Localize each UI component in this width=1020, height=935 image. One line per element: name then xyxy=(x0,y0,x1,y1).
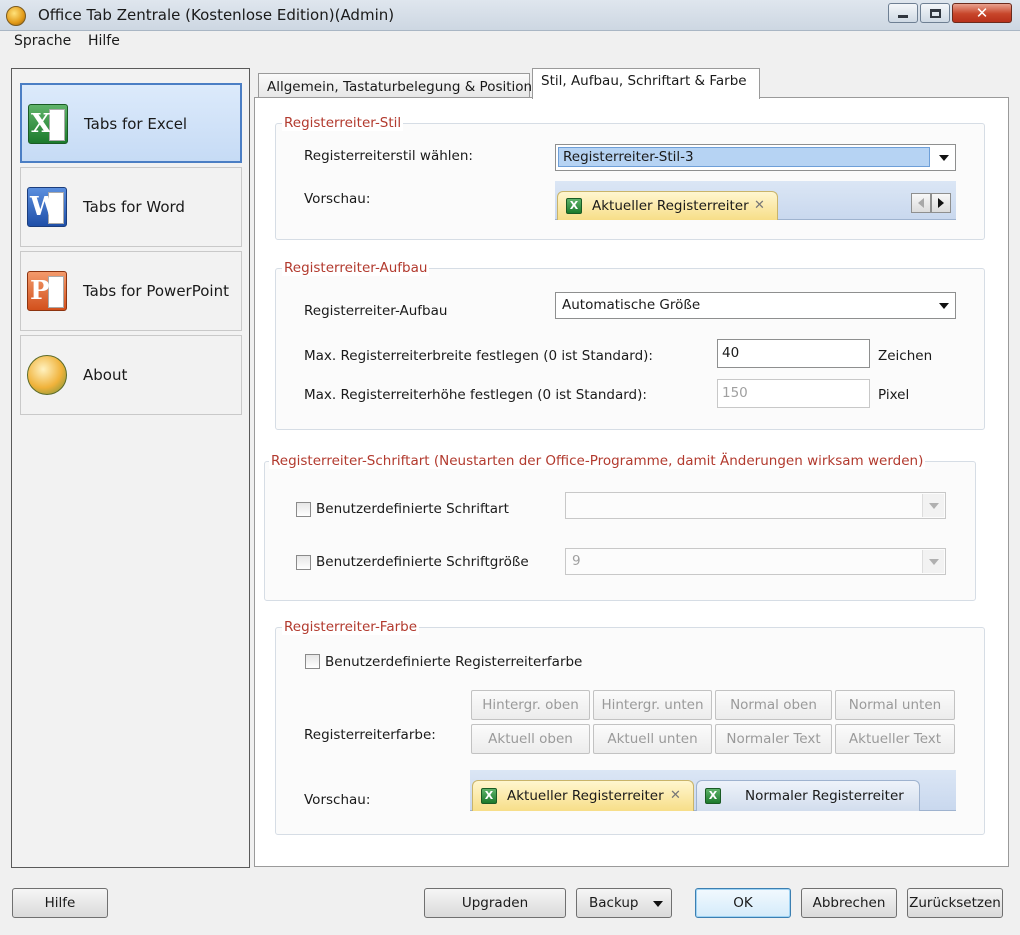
backup-button[interactable]: Backup xyxy=(576,888,672,918)
scroll-right-button[interactable] xyxy=(931,193,951,213)
color-normal-bottom-button[interactable]: Normal unten xyxy=(835,690,955,720)
tab-layout-value: Automatische Größe xyxy=(562,297,701,313)
color-bg-bottom-button[interactable]: Hintergr. unten xyxy=(593,690,712,720)
chevron-down-icon xyxy=(939,155,949,161)
tab-stil[interactable]: Stil, Aufbau, Schriftart & Farbe xyxy=(532,68,760,99)
title-bar: Office Tab Zentrale (Kostenlose Edition)… xyxy=(0,0,1020,31)
custom-size-checkbox[interactable] xyxy=(296,555,311,570)
minimize-button[interactable] xyxy=(888,3,918,23)
chevron-down-icon xyxy=(929,503,939,509)
max-height-label: Max. Registerreiterhöhe festlegen (0 ist… xyxy=(304,387,647,403)
sidebar-item-word[interactable]: W Tabs for Word xyxy=(20,167,242,247)
tab-allgemein[interactable]: Allgemein, Tastaturbelegung & Position xyxy=(258,73,532,98)
reset-button[interactable]: Zurücksetzen xyxy=(907,888,1003,918)
sidebar-item-label: Tabs for Excel xyxy=(84,115,188,133)
menu-bar: Sprache Hilfe xyxy=(0,31,1020,55)
window-title: Office Tab Zentrale (Kostenlose Edition)… xyxy=(38,6,395,24)
sidebar-item-label: About xyxy=(83,366,128,384)
custom-size-value: 9 xyxy=(572,553,581,569)
menu-sprache[interactable]: Sprache xyxy=(12,33,73,49)
menu-hilfe[interactable]: Hilfe xyxy=(86,33,122,49)
custom-font-dropdown[interactable] xyxy=(565,492,946,519)
chevron-down-icon xyxy=(939,303,949,309)
chevron-down-icon xyxy=(653,901,663,907)
maximize-icon xyxy=(929,8,941,18)
powerpoint-icon-letter: P xyxy=(30,276,50,306)
preview-normal-tab: X Normaler Registerreiter xyxy=(696,780,920,811)
chevron-down-icon xyxy=(929,559,939,565)
tab-style-dropdown[interactable]: Registerreiter-Stil-3 xyxy=(555,144,956,171)
layout-label: Registerreiter-Aufbau xyxy=(304,303,448,319)
excel-mini-icon: X xyxy=(566,198,582,214)
backup-label: Backup xyxy=(589,895,639,911)
excel-mini-icon: X xyxy=(481,788,497,804)
preview-normal-tab-label: Normaler Registerreiter xyxy=(745,788,904,804)
sidebar-item-about[interactable]: About xyxy=(20,335,242,415)
tab-style-value: Registerreiter-Stil-3 xyxy=(558,147,930,167)
preview-active-tab: X Aktueller Registerreiter ✕ xyxy=(472,780,694,811)
help-button[interactable]: Hilfe xyxy=(12,888,108,918)
color-normal-top-button[interactable]: Normal oben xyxy=(715,690,832,720)
cancel-button[interactable]: Abbrechen xyxy=(801,888,897,918)
custom-color-label: Benutzerdefinierte Registerreiterfarbe xyxy=(325,654,583,670)
arrow-left-icon xyxy=(918,198,924,208)
color-preview-label: Vorschau: xyxy=(304,792,371,808)
custom-size-dropdown[interactable]: 9 xyxy=(565,548,946,575)
excel-icon-letter: X xyxy=(31,109,52,139)
color-active-bottom-button[interactable]: Aktuell unten xyxy=(593,724,712,754)
color-active-top-button[interactable]: Aktuell oben xyxy=(471,724,590,754)
preview-active-tab-label: Aktueller Registerreiter xyxy=(507,788,664,804)
minimize-icon xyxy=(898,15,908,18)
preview-active-tab: X Aktueller Registerreiter ✕ xyxy=(557,191,778,220)
excel-icon: X xyxy=(28,104,68,144)
custom-font-label: Benutzerdefinierte Schriftart xyxy=(316,501,509,517)
color-bg-top-button[interactable]: Hintergr. oben xyxy=(471,690,590,720)
maximize-button[interactable] xyxy=(920,3,950,23)
max-width-unit: Zeichen xyxy=(878,348,933,364)
max-height-unit: Pixel xyxy=(878,387,910,403)
upgrade-button[interactable]: Upgraden xyxy=(424,888,566,918)
close-icon: ✕ xyxy=(975,3,989,22)
product-sidebar: X Tabs for Excel W Tabs for Word P Tabs … xyxy=(11,68,250,868)
color-preview-strip: X Aktueller Registerreiter ✕ X Normaler … xyxy=(470,770,956,811)
tab-layout-dropdown[interactable]: Automatische Größe xyxy=(555,292,956,319)
tab-close-icon: ✕ xyxy=(754,198,765,213)
tab-scroll-arrows xyxy=(911,193,951,213)
max-width-label: Max. Registerreiterbreite festlegen (0 i… xyxy=(304,348,653,364)
word-icon: W xyxy=(27,187,67,227)
group-title: Registerreiter-Schriftart (Neustarten de… xyxy=(269,453,926,469)
style-preview-label: Vorschau: xyxy=(304,191,371,207)
ok-button[interactable]: OK xyxy=(695,888,791,918)
powerpoint-page-graphic xyxy=(48,276,64,308)
color-normal-text-button[interactable]: Normaler Text xyxy=(715,724,832,754)
max-width-input[interactable]: 40 xyxy=(717,339,870,368)
sidebar-item-label: Tabs for PowerPoint xyxy=(83,282,229,300)
group-title: Registerreiter-Farbe xyxy=(282,619,420,635)
sidebar-item-powerpoint[interactable]: P Tabs for PowerPoint xyxy=(20,251,242,331)
group-title: Registerreiter-Stil xyxy=(282,115,404,131)
style-select-label: Registerreiterstil wählen: xyxy=(304,148,473,164)
sidebar-item-excel[interactable]: X Tabs for Excel xyxy=(20,83,242,163)
about-icon xyxy=(27,355,67,395)
tab-close-icon: ✕ xyxy=(670,788,681,803)
preview-tab-label: Aktueller Registerreiter xyxy=(592,198,749,214)
excel-mini-icon: X xyxy=(705,788,721,804)
powerpoint-icon: P xyxy=(27,271,67,311)
custom-color-checkbox[interactable] xyxy=(305,654,320,669)
custom-font-checkbox[interactable] xyxy=(296,502,311,517)
sidebar-item-label: Tabs for Word xyxy=(83,198,185,216)
custom-size-label: Benutzerdefinierte Schriftgröße xyxy=(316,554,529,570)
style-preview-strip: X Aktueller Registerreiter ✕ xyxy=(555,181,956,220)
arrow-right-icon xyxy=(938,198,944,208)
max-height-input[interactable]: 150 xyxy=(717,379,870,408)
office-tab-app-icon xyxy=(6,6,26,26)
color-active-text-button[interactable]: Aktueller Text xyxy=(835,724,955,754)
group-tab-font: Registerreiter-Schriftart (Neustarten de… xyxy=(264,453,976,601)
excel-page-graphic xyxy=(49,109,65,141)
group-title: Registerreiter-Aufbau xyxy=(282,260,430,276)
scroll-left-button[interactable] xyxy=(911,193,931,213)
close-button[interactable]: ✕ xyxy=(952,3,1012,23)
tab-color-label: Registerreiterfarbe: xyxy=(304,727,436,743)
word-icon-letter: W xyxy=(30,192,60,222)
